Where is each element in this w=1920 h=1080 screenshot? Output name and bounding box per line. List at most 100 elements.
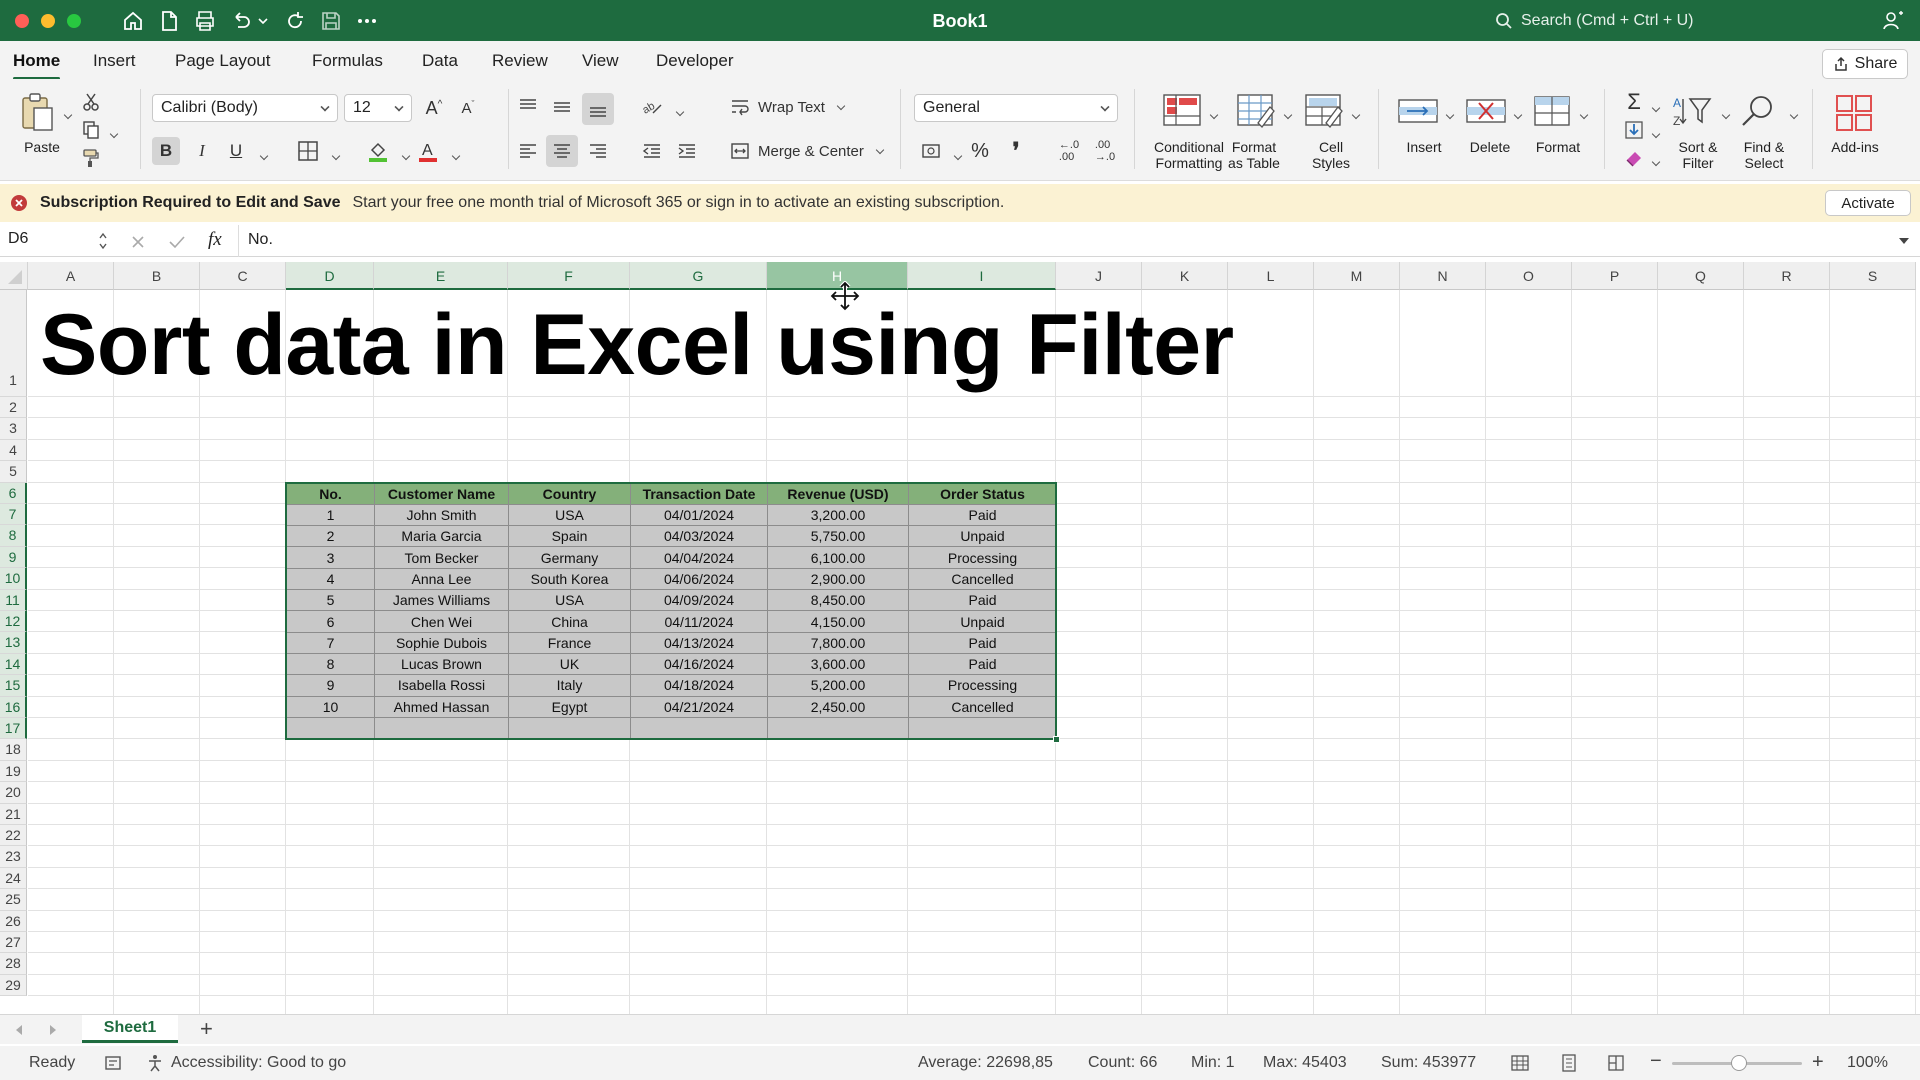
table-cell[interactable]: 2: [286, 525, 375, 548]
row-header-28[interactable]: 28: [0, 953, 27, 975]
table-cell[interactable]: [908, 716, 1057, 740]
autosum-button[interactable]: Σ: [1620, 89, 1648, 115]
normal-view-icon[interactable]: [1511, 1054, 1529, 1072]
table-cell[interactable]: 5,200.00: [767, 674, 909, 697]
align-middle-button[interactable]: [548, 93, 576, 121]
accounting-format-button[interactable]: [918, 137, 946, 165]
macro-record-icon[interactable]: [104, 1054, 122, 1072]
table-cell[interactable]: 3,600.00: [767, 652, 909, 676]
search-box[interactable]: Search (Cmd + Ctrl + U): [1495, 8, 1845, 34]
zoom-slider-thumb[interactable]: [1731, 1055, 1747, 1071]
expand-formula-bar-icon[interactable]: [1898, 236, 1910, 246]
row-header-8[interactable]: 8: [0, 525, 27, 547]
table-cell[interactable]: John Smith: [374, 503, 509, 527]
table-cell[interactable]: 4,150.00: [767, 610, 909, 633]
select-all-corner[interactable]: [0, 262, 28, 290]
table-cell[interactable]: 3: [286, 546, 375, 569]
delete-cells-button[interactable]: [1464, 91, 1508, 131]
zoom-in-button[interactable]: +: [1812, 1051, 1824, 1074]
table-cell[interactable]: Anna Lee: [374, 567, 509, 591]
tab-insert[interactable]: Insert: [93, 51, 136, 71]
insert-dropdown-icon[interactable]: [1442, 105, 1455, 123]
add-sheet-button[interactable]: +: [200, 1016, 213, 1042]
table-cell[interactable]: Paid: [908, 631, 1057, 654]
cancel-entry-icon[interactable]: [130, 234, 146, 250]
table-header-cell[interactable]: No.: [286, 482, 375, 505]
zoom-slider[interactable]: [1672, 1055, 1802, 1071]
format-painter-icon[interactable]: [80, 147, 102, 169]
table-cell[interactable]: Paid: [908, 652, 1057, 676]
align-right-button[interactable]: [584, 137, 612, 165]
font-color-dropdown-icon[interactable]: [448, 146, 461, 164]
format-cells-button[interactable]: [1530, 91, 1574, 131]
tab-home[interactable]: Home: [13, 51, 61, 80]
table-cell[interactable]: James Williams: [374, 589, 509, 612]
column-header-p[interactable]: P: [1572, 262, 1658, 290]
table-cell[interactable]: Processing: [908, 674, 1057, 697]
tab-view[interactable]: View: [582, 51, 619, 71]
table-cell[interactable]: Isabella Rossi: [374, 674, 509, 697]
table-cell[interactable]: 2,900.00: [767, 567, 909, 591]
row-header-6[interactable]: 6: [0, 482, 27, 504]
table-cell[interactable]: 4: [286, 567, 375, 591]
row-header-22[interactable]: 22: [0, 825, 27, 847]
row-header-24[interactable]: 24: [0, 867, 27, 890]
table-cell[interactable]: Paid: [908, 589, 1057, 612]
row-header-23[interactable]: 23: [0, 846, 27, 868]
row-header-2[interactable]: 2: [0, 397, 27, 419]
table-cell[interactable]: 8,450.00: [767, 589, 909, 612]
row-header-4[interactable]: 4: [0, 439, 27, 462]
row-header-25[interactable]: 25: [0, 889, 27, 911]
format-dropdown-icon[interactable]: [1576, 105, 1589, 123]
copy-dropdown-icon[interactable]: [106, 124, 119, 142]
table-cell[interactable]: Egypt: [508, 695, 631, 718]
format-as-table-dropdown-icon[interactable]: [1280, 105, 1293, 123]
table-cell[interactable]: Unpaid: [908, 610, 1057, 633]
confirm-entry-icon[interactable]: [168, 234, 186, 250]
column-header-n[interactable]: N: [1400, 262, 1486, 290]
data-table[interactable]: No. Customer Name Country Transaction Date R…: [286, 482, 1057, 740]
print-icon[interactable]: [192, 8, 218, 34]
table-cell[interactable]: 04/09/2024: [630, 589, 768, 612]
font-name-dropdown[interactable]: Calibri (Body): [152, 94, 338, 122]
align-left-button[interactable]: [514, 137, 542, 165]
tab-data[interactable]: Data: [422, 51, 458, 71]
row-header-19[interactable]: 19: [0, 760, 27, 783]
underline-dropdown-icon[interactable]: [256, 146, 269, 164]
table-cell[interactable]: 1: [286, 503, 375, 527]
table-cell[interactable]: 04/04/2024: [630, 546, 768, 569]
align-top-button[interactable]: [514, 93, 542, 121]
table-cell[interactable]: 04/18/2024: [630, 674, 768, 697]
column-header-s[interactable]: S: [1830, 262, 1916, 290]
tab-developer[interactable]: Developer: [656, 51, 734, 71]
decrease-font-size-button[interactable]: Aˇ: [454, 94, 482, 122]
table-cell[interactable]: 2,450.00: [767, 695, 909, 718]
close-window-button[interactable]: [15, 14, 29, 28]
table-cell[interactable]: France: [508, 631, 631, 654]
table-cell[interactable]: 8: [286, 652, 375, 676]
table-cell[interactable]: Maria Garcia: [374, 525, 509, 548]
row-header-11[interactable]: 11: [0, 589, 27, 611]
accounting-dropdown-icon[interactable]: [950, 146, 963, 164]
fill-color-button[interactable]: [364, 137, 392, 165]
table-cell[interactable]: China: [508, 610, 631, 633]
column-header-m[interactable]: M: [1314, 262, 1400, 290]
table-cell[interactable]: 04/11/2024: [630, 610, 768, 633]
column-header-o[interactable]: O: [1486, 262, 1572, 290]
delete-dropdown-icon[interactable]: [1510, 105, 1523, 123]
column-header-l[interactable]: L: [1228, 262, 1314, 290]
autosum-dropdown-icon[interactable]: [1648, 98, 1661, 116]
fill-color-dropdown-icon[interactable]: [398, 146, 411, 164]
orientation-button[interactable]: ab: [638, 93, 666, 121]
row-header-1[interactable]: 1: [0, 290, 27, 397]
column-header-f[interactable]: F: [508, 262, 630, 290]
table-cell[interactable]: [767, 716, 909, 740]
next-sheet-icon[interactable]: [48, 1024, 58, 1036]
column-header-b[interactable]: B: [114, 262, 200, 290]
fill-button[interactable]: [1620, 117, 1648, 143]
table-cell[interactable]: Italy: [508, 674, 631, 697]
column-header-k[interactable]: K: [1142, 262, 1228, 290]
row-header-26[interactable]: 26: [0, 910, 27, 932]
insert-cells-button[interactable]: [1396, 91, 1440, 131]
accessibility-status[interactable]: Accessibility: Good to go: [171, 1054, 346, 1072]
